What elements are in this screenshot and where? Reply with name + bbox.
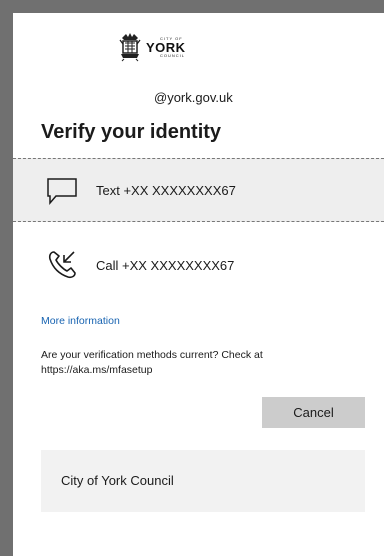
chat-bubble-icon — [47, 178, 77, 206]
logo-york: YORK — [146, 39, 186, 55]
verification-notice: Are your verification methods current? C… — [41, 349, 263, 376]
text-method-label: Text +XX XXXXXXXX67 — [96, 182, 236, 198]
coat-of-arms-icon — [119, 33, 141, 62]
logo-council: COUNCIL — [160, 52, 186, 58]
cancel-button[interactable]: Cancel — [262, 397, 365, 428]
text-method-option[interactable]: Text +XX XXXXXXXX67 — [13, 158, 384, 222]
call-method-label: Call +XX XXXXXXXX67 — [96, 257, 235, 273]
org-name: City of York Council — [61, 473, 174, 488]
backdrop: CITY OF YORK COUNCIL @york.gov.uk Verify… — [0, 0, 384, 556]
page-title: Verify your identity — [41, 121, 222, 143]
account-email: @york.gov.uk — [154, 90, 233, 105]
more-information-link[interactable]: More information — [41, 315, 120, 327]
call-method-option[interactable]: Call +XX XXXXXXXX67 — [13, 243, 384, 287]
logo-wordmark: CITY OF YORK COUNCIL — [146, 36, 186, 58]
york-council-logo: CITY OF YORK COUNCIL — [118, 27, 198, 67]
sign-in-card: CITY OF YORK COUNCIL @york.gov.uk Verify… — [13, 13, 384, 556]
phone-call-icon — [48, 251, 76, 279]
org-footer: City of York Council — [41, 450, 365, 512]
